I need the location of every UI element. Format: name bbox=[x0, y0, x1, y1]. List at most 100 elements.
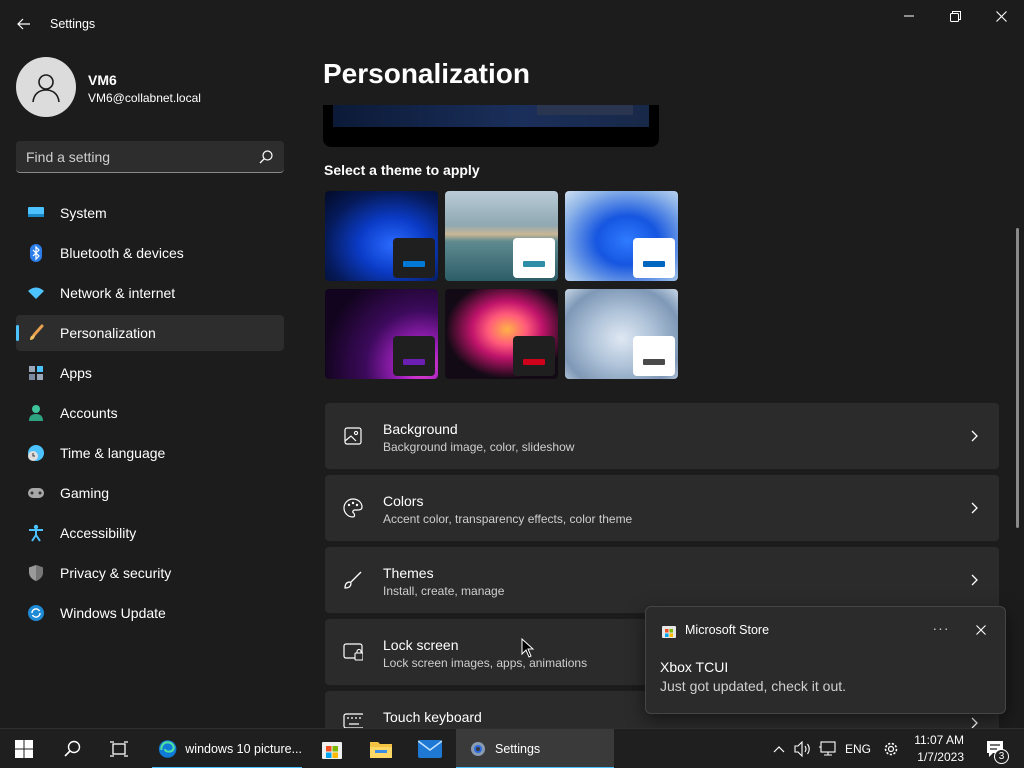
clock-time[interactable]: 11:07 AM bbox=[914, 733, 964, 747]
card-subtitle: Lock screen images, apps, animations bbox=[383, 656, 588, 670]
search-input[interactable] bbox=[26, 141, 246, 172]
sidebar-item-system[interactable]: System bbox=[16, 195, 284, 231]
user-name: VM6 bbox=[88, 72, 117, 88]
sidebar-item-label: Time & language bbox=[60, 445, 166, 461]
theme-tile[interactable] bbox=[325, 289, 438, 379]
background-card[interactable]: Background Background image, color, slid… bbox=[325, 403, 999, 469]
card-subtitle: Background image, color, slideshow bbox=[383, 440, 575, 454]
themes-card[interactable]: Themes Install, create, manage bbox=[325, 547, 999, 613]
accent-bar bbox=[643, 261, 665, 267]
search-box[interactable] bbox=[16, 141, 284, 173]
network-button[interactable] bbox=[816, 729, 838, 768]
sidebar-item-apps[interactable]: Apps bbox=[16, 355, 284, 391]
network-icon bbox=[819, 741, 836, 756]
title-bar: Settings bbox=[0, 0, 1024, 48]
sidebar-item-label: Gaming bbox=[60, 485, 110, 501]
settings-icon bbox=[471, 742, 485, 756]
sidebar-item-windows-update[interactable]: Windows Update bbox=[16, 595, 284, 631]
file-explorer-icon bbox=[370, 742, 392, 758]
theme-swatch bbox=[513, 336, 555, 376]
toast-body: Just got updated, check it out. bbox=[660, 678, 847, 694]
start-button[interactable] bbox=[6, 729, 42, 768]
theme-swatch bbox=[633, 238, 675, 278]
sidebar-nav: System Bluetooth & devices Network & int… bbox=[16, 195, 284, 635]
close-button[interactable] bbox=[978, 0, 1024, 32]
accent-bar bbox=[523, 261, 545, 267]
clock-date[interactable]: 1/7/2023 bbox=[914, 750, 964, 764]
theme-swatch bbox=[393, 238, 435, 278]
preview-desktop bbox=[333, 105, 649, 127]
sidebar-item-accessibility[interactable]: Accessibility bbox=[16, 515, 284, 551]
sidebar-item-label: Windows Update bbox=[60, 605, 166, 621]
taskbar-app-settings[interactable]: Settings bbox=[456, 729, 614, 768]
toast-close-button[interactable] bbox=[971, 620, 991, 640]
palette-icon bbox=[343, 498, 363, 518]
windows-logo-icon bbox=[15, 740, 33, 758]
bluetooth-icon bbox=[27, 244, 45, 262]
show-hidden-icons-button[interactable] bbox=[770, 729, 788, 768]
colors-card[interactable]: Colors Accent color, transparency effect… bbox=[325, 475, 999, 541]
taskbar-app-file-explorer[interactable] bbox=[363, 729, 399, 768]
task-view-button[interactable] bbox=[101, 729, 137, 768]
toast-notification[interactable]: Microsoft Store ··· Xbox TCUI Just got u… bbox=[645, 606, 1006, 714]
restore-icon bbox=[949, 10, 961, 22]
close-icon bbox=[976, 625, 986, 635]
notifications-button[interactable]: 3 bbox=[980, 729, 1010, 768]
taskbar-app-edge[interactable]: windows 10 picture... bbox=[152, 729, 302, 768]
edge-icon bbox=[158, 740, 177, 758]
store-icon bbox=[322, 742, 342, 759]
page-title: Personalization bbox=[323, 58, 530, 89]
gamepad-icon bbox=[27, 485, 45, 501]
sidebar-item-privacy-security[interactable]: Privacy & security bbox=[16, 555, 284, 591]
brush-icon bbox=[27, 324, 45, 341]
monitor-icon bbox=[27, 205, 45, 221]
toast-app-name: Microsoft Store bbox=[685, 623, 770, 637]
search-button[interactable] bbox=[54, 729, 90, 768]
user-email: VM6@collabnet.local bbox=[88, 91, 201, 105]
accent-bar bbox=[643, 359, 665, 365]
language-indicator[interactable]: ENG bbox=[845, 742, 871, 756]
theme-swatch bbox=[393, 336, 435, 376]
person-icon bbox=[27, 405, 45, 421]
chevron-right-icon bbox=[971, 430, 978, 442]
theme-tile[interactable] bbox=[445, 191, 558, 281]
avatar[interactable] bbox=[16, 57, 76, 117]
sidebar-item-bluetooth-devices[interactable]: Bluetooth & devices bbox=[16, 235, 284, 271]
accent-bar bbox=[523, 359, 545, 365]
theme-tile[interactable] bbox=[445, 289, 558, 379]
brush-icon bbox=[343, 570, 363, 590]
sidebar-item-accounts[interactable]: Accounts bbox=[16, 395, 284, 431]
theme-tile[interactable] bbox=[325, 191, 438, 281]
more-options-button[interactable]: ··· bbox=[931, 619, 951, 639]
sidebar-item-label: Network & internet bbox=[60, 285, 176, 301]
minimize-icon bbox=[904, 15, 914, 17]
theme-tile[interactable] bbox=[565, 191, 678, 281]
theme-swatch bbox=[513, 238, 555, 278]
taskbar-app-mail[interactable] bbox=[412, 729, 448, 768]
person-icon bbox=[32, 74, 60, 103]
taskbar-app-store[interactable] bbox=[314, 729, 350, 768]
card-title: Colors bbox=[383, 493, 424, 509]
shield-icon bbox=[27, 565, 45, 581]
sidebar-item-time-language[interactable]: Time & language bbox=[16, 435, 284, 471]
chevron-right-icon bbox=[971, 574, 978, 586]
scrollbar[interactable] bbox=[1016, 228, 1019, 528]
search-icon bbox=[64, 740, 81, 757]
settings-tray-button[interactable] bbox=[880, 729, 902, 768]
clock-globe-icon bbox=[27, 445, 45, 461]
sidebar-item-personalization[interactable]: Personalization bbox=[16, 315, 284, 351]
accent-bar bbox=[403, 261, 425, 267]
restore-button[interactable] bbox=[932, 0, 978, 32]
sidebar-item-network[interactable]: Network & internet bbox=[16, 275, 284, 311]
sidebar-item-label: System bbox=[60, 205, 107, 221]
search-icon bbox=[259, 150, 273, 164]
mail-icon bbox=[418, 740, 442, 758]
theme-tile[interactable] bbox=[565, 289, 678, 379]
card-title: Touch keyboard bbox=[383, 709, 482, 725]
volume-button[interactable] bbox=[792, 729, 814, 768]
sidebar-item-label: Accessibility bbox=[60, 525, 137, 541]
back-button[interactable] bbox=[10, 12, 38, 36]
minimize-button[interactable] bbox=[886, 0, 932, 32]
sidebar-item-gaming[interactable]: Gaming bbox=[16, 475, 284, 511]
chevron-up-icon bbox=[773, 746, 785, 753]
